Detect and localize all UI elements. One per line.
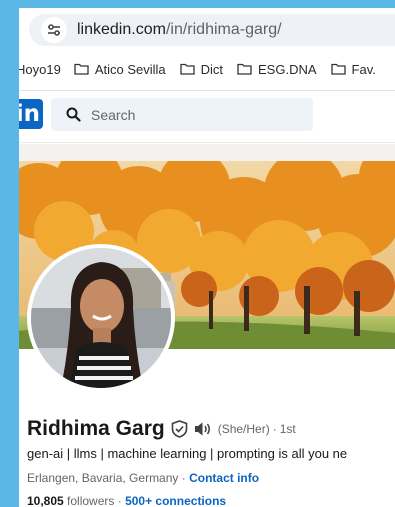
folder-icon	[237, 63, 252, 75]
network-stats-row: 10,805 followers · 500+ connections	[27, 494, 226, 507]
connections-link[interactable]: 500+ connections	[125, 494, 226, 507]
search-icon	[66, 107, 81, 122]
bookmark-fav[interactable]: Fav.	[330, 61, 376, 77]
site-settings-icon[interactable]	[41, 17, 67, 43]
profile-headline: gen-ai | llms | machine learning | promp…	[27, 446, 348, 461]
folder-icon	[330, 63, 346, 75]
profile-name-row: Ridhima Garg (She/Her) · 1st	[27, 417, 296, 441]
contact-info-link[interactable]: Contact info	[189, 471, 259, 485]
followers-count: 10,805	[27, 494, 64, 507]
profile-location: Erlangen, Bavaria, Germany	[27, 471, 179, 485]
folder-icon	[179, 63, 195, 75]
linkedin-header: in Search	[19, 91, 395, 143]
bookmark-label: Dict	[200, 61, 224, 77]
search-input[interactable]: Search	[51, 98, 313, 131]
location-separator: ·	[178, 471, 190, 485]
search-placeholder: Search	[91, 106, 136, 123]
bookmark-esg-dna[interactable]: ESG.DNA	[237, 62, 317, 77]
name-pronunciation-icon[interactable]	[194, 421, 212, 437]
browser-window: linkedin.com/in/ridhima-garg/ Hoyo19 Ati…	[19, 8, 395, 507]
bookmark-dict[interactable]: Dict	[179, 61, 224, 77]
bookmark-label: ESG.DNA	[258, 61, 317, 77]
connections-separator: ·	[114, 494, 126, 507]
url-text[interactable]: linkedin.com/in/ridhima-garg/	[77, 21, 282, 39]
separator-dot: ·	[272, 422, 277, 436]
verified-shield-icon[interactable]	[171, 420, 188, 438]
bookmark-label: Fav.	[351, 61, 376, 77]
bookmarks-bar: Hoyo19 Atico Sevilla Dict ESG.DNA Fav.	[19, 56, 395, 82]
bookmark-label: Atico Sevilla	[94, 61, 166, 77]
address-bar[interactable]: linkedin.com/in/ridhima-garg/	[29, 14, 395, 46]
folder-icon	[74, 63, 89, 75]
bookmark-atico-sevilla[interactable]: Atico Sevilla	[74, 62, 166, 77]
address-bar-area: linkedin.com/in/ridhima-garg/	[19, 8, 395, 51]
bookmark-hoyo19[interactable]: Hoyo19	[19, 62, 61, 77]
profile-pronouns: (She/Her)	[217, 422, 270, 436]
url-path: /in/ridhima-garg/	[165, 21, 282, 38]
page-background-strip	[19, 144, 395, 161]
url-host: linkedin.com	[77, 21, 166, 38]
linkedin-logo[interactable]: in	[19, 99, 43, 129]
profile-avatar[interactable]	[27, 244, 175, 392]
location-row: Erlangen, Bavaria, Germany · Contact inf…	[27, 471, 259, 485]
profile-card: Ridhima Garg (She/Her) · 1st gen-ai | ll…	[19, 161, 395, 507]
bookmark-label: Hoyo19	[19, 61, 61, 77]
connection-degree: 1st	[279, 422, 296, 436]
profile-name: Ridhima Garg	[27, 417, 165, 440]
followers-label: followers	[63, 494, 115, 507]
